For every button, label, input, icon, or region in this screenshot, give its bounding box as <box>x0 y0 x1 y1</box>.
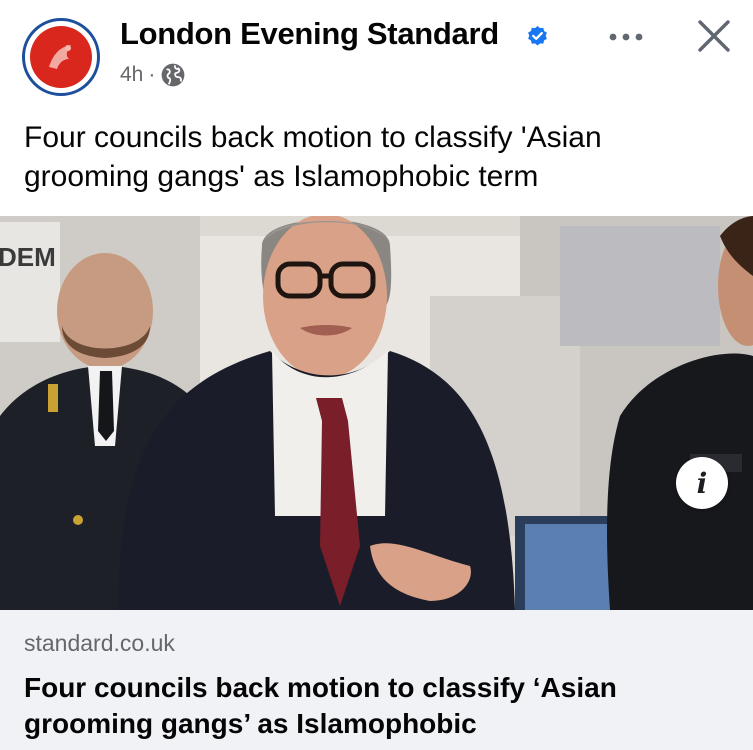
verified-badge-icon <box>528 25 547 46</box>
link-domain: standard.co.uk <box>24 630 175 656</box>
info-icon: i <box>696 466 708 500</box>
more-options-icon <box>609 33 643 41</box>
page-name[interactable]: London Evening Standard <box>120 16 499 52</box>
link-preview-card[interactable]: standard.co.uk Four councils back motion… <box>0 610 753 750</box>
image-info-button[interactable]: i <box>676 457 728 509</box>
post-header: London Evening Standard 4h · <box>0 0 753 108</box>
background-sign-text: DEM <box>0 242 56 272</box>
article-photo[interactable]: DEM i <box>0 216 753 610</box>
post-time[interactable]: 4h <box>120 63 143 87</box>
close-icon <box>698 20 730 52</box>
globe-icon <box>161 63 185 87</box>
more-options-button[interactable] <box>606 22 646 52</box>
post-meta: 4h · <box>120 62 186 88</box>
close-button[interactable] <box>692 14 736 58</box>
link-title[interactable]: Four councils back motion to classify ‘A… <box>24 670 724 742</box>
avatar-logo-icon <box>30 26 92 88</box>
page-avatar[interactable] <box>22 18 100 96</box>
meta-separator: · <box>148 63 156 86</box>
post-text: Four councils back motion to classify 'A… <box>24 121 602 193</box>
